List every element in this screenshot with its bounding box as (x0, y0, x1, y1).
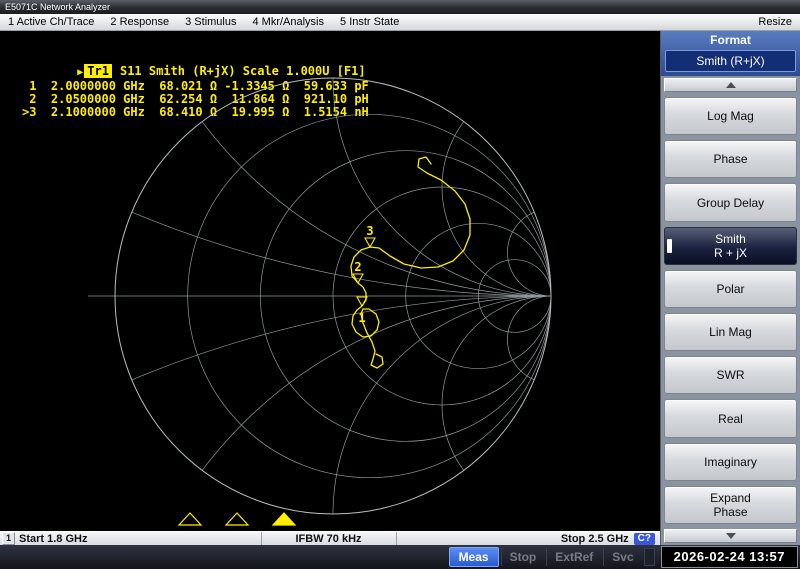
menu-active-ch-trace[interactable]: 1 Active Ch/Trace (8, 16, 94, 28)
menu-response[interactable]: 2 Response (110, 16, 169, 28)
ifbw-label: IFBW 70 kHz (295, 532, 362, 545)
stimulus-marker-3 (271, 512, 297, 526)
softkey-group-delay[interactable]: Group Delay (664, 183, 797, 222)
menu-bar: 1 Active Ch/Trace 2 Response 3 Stimulus … (0, 14, 800, 31)
taskbar-stop[interactable]: Stop (500, 548, 545, 566)
smith-grid (115, 78, 551, 514)
correction-badge: C? (633, 532, 656, 545)
taskbar-meas[interactable]: Meas (448, 547, 499, 567)
current-format-display: Smith (R+jX) (665, 50, 796, 72)
softkey-menu: Format Smith (R+jX) Log Mag Phase Group … (660, 31, 800, 545)
main-area: ▶ Tr1 S11 Smith (R+jX) Scale 1.000U [F1] 1… (0, 31, 800, 545)
start-frequency-label: Start 1.8 GHz (19, 532, 88, 545)
softkey-expand-phase[interactable]: Expand Phase (664, 485, 797, 525)
marker-2-number: 2 (354, 260, 361, 274)
task-bar: Meas Stop ExtRef Svc 2026-02-24 13:57 (0, 545, 800, 569)
marker-3-number: 3 (366, 224, 373, 238)
softkey-log-mag[interactable]: Log Mag (664, 97, 797, 136)
marker-1-number: 1 (358, 311, 365, 325)
s11-trace (350, 156, 471, 369)
stimulus-marker-2 (224, 512, 250, 526)
softkey-phase[interactable]: Phase (664, 140, 797, 179)
softkey-header-block: Format Smith (R+jX) (661, 31, 800, 76)
softkey-button-list: Log Mag Phase Group Delay Smith R + jX P… (661, 94, 800, 527)
status-left: 1 Start 1.8 GHz (0, 532, 261, 545)
softkey-imaginary[interactable]: Imaginary (664, 442, 797, 481)
menu-mkr-analysis[interactable]: 4 Mkr/Analysis (252, 16, 324, 28)
channel-indicator: 1 (2, 532, 15, 545)
softkey-scroll-down[interactable] (664, 529, 797, 543)
softkey-real[interactable]: Real (664, 399, 797, 438)
marker-3-symbol (364, 237, 376, 249)
instrument-display: ▶ Tr1 S11 Smith (R+jX) Scale 1.000U [F1] 1… (0, 31, 660, 531)
softkey-menu-title: Format (710, 33, 751, 47)
status-bar: 1 Start 1.8 GHz IFBW 70 kHz Stop 2.5 GHz… (0, 531, 660, 545)
stimulus-marker-1 (177, 512, 203, 526)
softkey-scroll-up[interactable] (664, 78, 797, 92)
taskbar-status-group: Meas Stop ExtRef Svc 2026-02-24 13:57 (448, 546, 798, 568)
display-column: ▶ Tr1 S11 Smith (R+jX) Scale 1.000U [F1] 1… (0, 31, 660, 545)
stop-frequency-label: Stop 2.5 GHz (560, 532, 629, 545)
window-title: E5071C Network Analyzer (5, 2, 111, 12)
softkey-lin-mag[interactable]: Lin Mag (664, 313, 797, 352)
status-right: Stop 2.5 GHz C? (397, 532, 661, 545)
taskbar-svc[interactable]: Svc (603, 548, 641, 566)
softkey-swr[interactable]: SWR (664, 356, 797, 395)
smith-chart: 3 2 1 (88, 77, 552, 526)
app-window: E5071C Network Analyzer 1 Active Ch/Trac… (0, 0, 800, 569)
up-arrow-icon (725, 82, 736, 88)
datetime-display: 2026-02-24 13:57 (660, 546, 798, 568)
menu-stimulus[interactable]: 3 Stimulus (185, 16, 236, 28)
taskbar-extref[interactable]: ExtRef (546, 548, 601, 566)
status-middle: IFBW 70 kHz (260, 532, 397, 545)
down-arrow-icon (725, 533, 736, 539)
softkey-polar[interactable]: Polar (664, 269, 797, 309)
menu-instr-state[interactable]: 5 Instr State (340, 16, 399, 28)
taskbar-indicator (643, 548, 655, 566)
menu-resize[interactable]: Resize (758, 16, 792, 28)
title-bar: E5071C Network Analyzer (0, 0, 800, 14)
softkey-smith-r-jx[interactable]: Smith R + jX (664, 226, 797, 265)
